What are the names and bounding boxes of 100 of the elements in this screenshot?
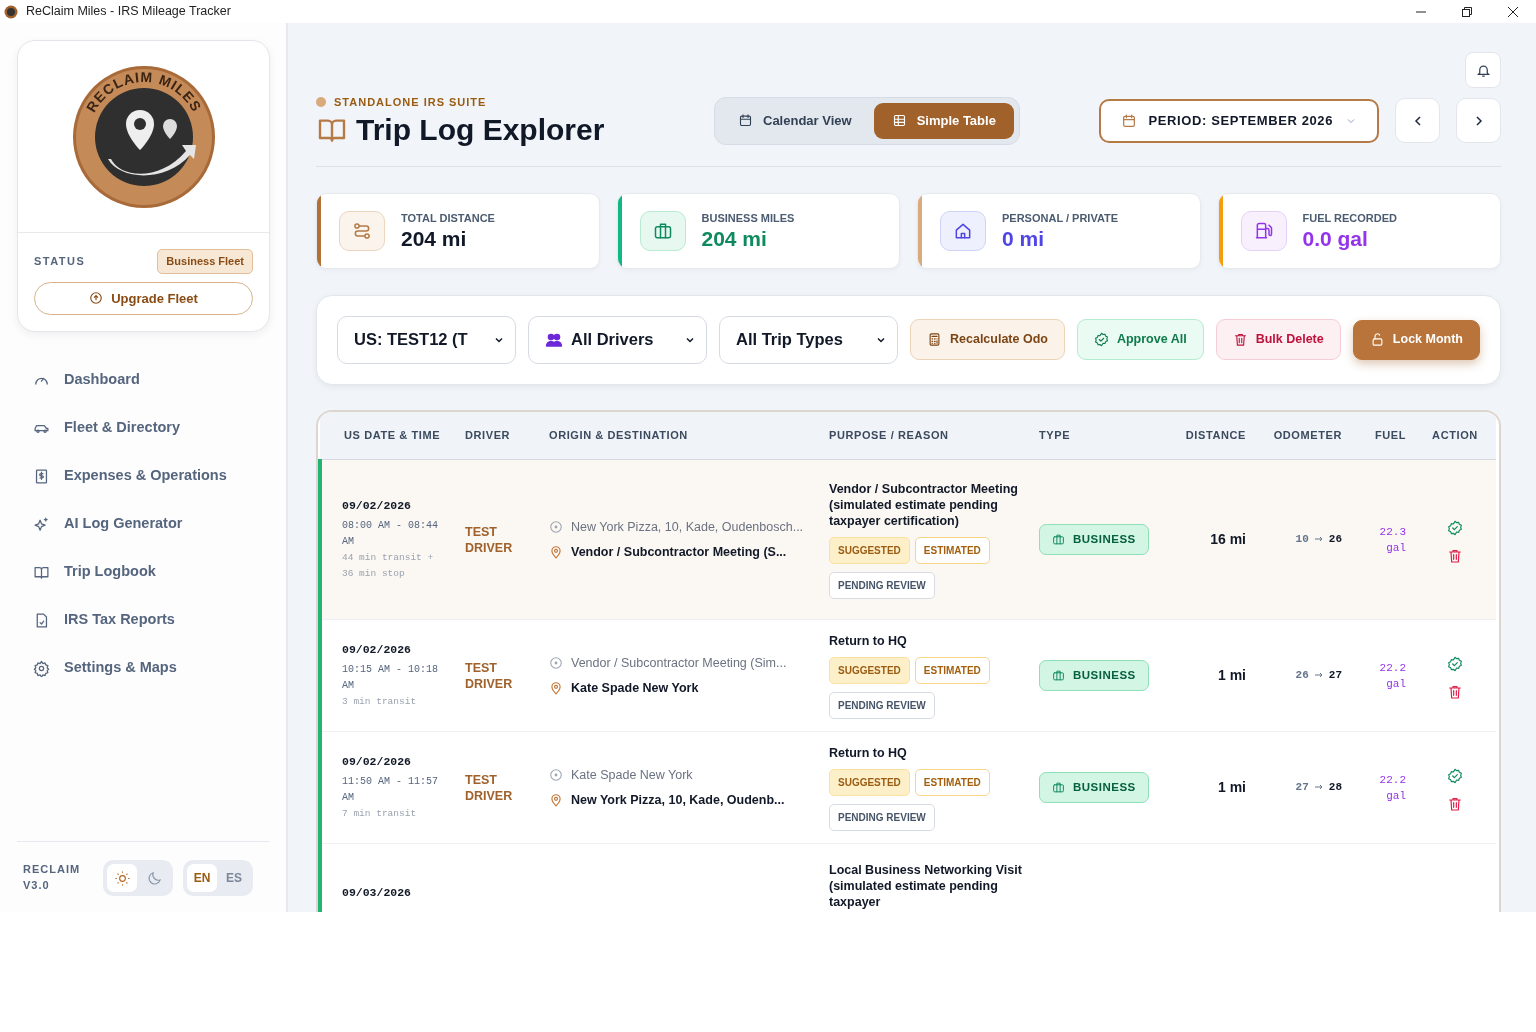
status-tag: SUGGESTED: [829, 536, 910, 564]
arrow-right-icon: [1313, 535, 1324, 544]
column-header: ODOMETER: [1273, 429, 1342, 441]
trip-date: 09/03/2026: [342, 885, 412, 901]
trip-date: 09/02/2026: [342, 641, 412, 658]
map-pin-icon: [549, 544, 563, 559]
plan-tag: Business Fleet: [157, 249, 253, 274]
approve-all-button[interactable]: Approve All: [1076, 319, 1204, 360]
trip-time: 10:15 AM - 10:18 AM: [342, 663, 439, 694]
arrow-up-circle-icon: [89, 291, 104, 306]
unlock-icon: [1369, 332, 1385, 347]
distance-value: 1 mi: [1217, 666, 1246, 685]
nav-item[interactable]: Expenses & Operations: [17, 452, 270, 500]
driver-name: TEST DRIVER: [465, 523, 514, 556]
fuel-pump-icon: [1253, 220, 1274, 241]
stat-value: 204 mi: [401, 226, 468, 251]
filter-dropdown[interactable]: All Drivers: [528, 315, 707, 364]
trip-type-tag: BUSINESS: [1039, 523, 1149, 556]
odometer-start: 10: [1295, 533, 1309, 546]
check-badge-icon: [1093, 332, 1109, 347]
stat-value: 0 mi: [1002, 226, 1046, 251]
view-toggle-button[interactable]: Simple Table: [873, 103, 1014, 139]
trip-type-tag: BUSINESS: [1039, 659, 1149, 692]
window-title: ReClaim Miles - IRS Mileage Tracker: [26, 3, 231, 21]
status-tag: SUGGESTED: [829, 656, 910, 684]
stat-label: BUSINESS MILES: [701, 211, 795, 227]
nav-item[interactable]: AI Log Generator: [17, 500, 270, 548]
trip-date: 09/02/2026: [342, 497, 412, 514]
calculator-icon: [927, 332, 942, 347]
odometer-start: 26: [1295, 669, 1309, 682]
column-header: PURPOSE / REASON: [829, 429, 949, 441]
driver-name: TEST DRIVER: [465, 659, 514, 692]
nav-item[interactable]: Trip Logbook: [17, 548, 270, 596]
purpose-text: Vendor / Subcontractor Meeting (simulated estimate pending taxpayer certification): [829, 480, 1019, 529]
route-icon: [352, 220, 372, 241]
column-header: DISTANCE: [1185, 429, 1246, 441]
map-pin-icon: [549, 792, 563, 807]
origin-text: Kate Spade New York: [571, 766, 693, 784]
app-icon: [4, 4, 18, 19]
trip-duration: 7 min transit: [342, 807, 418, 822]
upgrade-button[interactable]: Upgrade Fleet: [34, 281, 253, 315]
nav-item[interactable]: Fleet & Directory: [17, 404, 270, 452]
distance-value: 16 mi: [1209, 530, 1246, 549]
sparkle-icon: [33, 515, 50, 533]
filter-dropdown[interactable]: US: TEST12 (T: [337, 315, 516, 364]
receipt-icon: [33, 467, 50, 485]
column-header: DRIVER: [465, 429, 511, 441]
calendar-icon: [738, 113, 753, 129]
section-label: STANDALONE IRS SUITE: [334, 95, 487, 110]
map-pin-icon: [549, 680, 563, 695]
destination-text: Kate Spade New York: [571, 679, 699, 697]
version-label: RECLAIM V3.0: [23, 862, 82, 893]
status-label: STATUS: [34, 254, 86, 269]
trip-date: 09/02/2026: [342, 753, 412, 770]
nav-item[interactable]: IRS Tax Reports: [17, 596, 270, 644]
column-header: FUEL: [1374, 429, 1406, 441]
arrow-right-icon: [1313, 783, 1324, 792]
column-header: ORIGIN & DESTINATION: [549, 429, 688, 441]
stat-value: 0.0 gal: [1302, 226, 1369, 251]
status-tag: SUGGESTED: [829, 768, 910, 796]
moon-icon: [145, 869, 163, 887]
period-dropdown[interactable]: PERIOD: SEPTEMBER 2026: [1098, 98, 1379, 143]
origin-icon: [549, 520, 563, 535]
trip-type-tag: BUSINESS: [1039, 771, 1149, 804]
nav-item[interactable]: Settings & Maps: [17, 644, 270, 692]
stat-label: PERSONAL / PRIVATE: [1002, 211, 1119, 227]
odometer-end: 27: [1328, 669, 1342, 682]
nav-item[interactable]: Dashboard: [17, 356, 270, 404]
stat-label: FUEL RECORDED: [1302, 211, 1398, 227]
odometer-end: 26: [1328, 533, 1342, 546]
light-mode-button[interactable]: [107, 864, 137, 892]
distance-value: 1 mi: [1217, 778, 1246, 797]
briefcase-icon: [1052, 533, 1065, 546]
fuel-value: 22.2 gal: [1378, 660, 1406, 692]
filter-dropdown[interactable]: All Trip Types: [719, 315, 898, 364]
status-tag: ESTIMATED: [914, 656, 990, 684]
check-badge-icon: [1447, 768, 1463, 785]
bulk-delete-button[interactable]: Bulk Delete: [1215, 319, 1341, 360]
origin-text: New York Pizza, 10, Kade, Oudenbosch...: [571, 518, 804, 536]
language-option[interactable]: ES: [219, 864, 249, 892]
purpose-text: Return to HQ: [829, 744, 908, 761]
column-header: ACTION: [1432, 429, 1478, 441]
trash-icon: [1232, 332, 1248, 347]
trash-icon: [1447, 548, 1463, 565]
language-option[interactable]: EN: [187, 864, 217, 892]
recalculate-button[interactable]: Recalculate Odo: [910, 319, 1065, 360]
lock-month-button[interactable]: Lock Month: [1352, 319, 1480, 360]
view-toggle-button[interactable]: Calendar View: [720, 103, 870, 139]
origin-icon: [549, 656, 563, 671]
stat-value: 204 mi: [701, 226, 768, 251]
briefcase-icon: [1052, 669, 1065, 682]
odometer-start: 27: [1295, 781, 1309, 794]
trip-duration: 3 min transit: [342, 695, 418, 710]
destination-text: Vendor / Subcontractor Meeting (S...: [571, 543, 787, 561]
notification-button[interactable]: [1465, 52, 1501, 88]
trash-icon: [1447, 796, 1463, 813]
purpose-text: Return to HQ: [829, 632, 908, 649]
trip-duration: 44 min transit + 36 min stop: [342, 551, 435, 582]
fuel-value: 22.2 gal: [1378, 772, 1406, 804]
gear-icon: [33, 659, 50, 677]
